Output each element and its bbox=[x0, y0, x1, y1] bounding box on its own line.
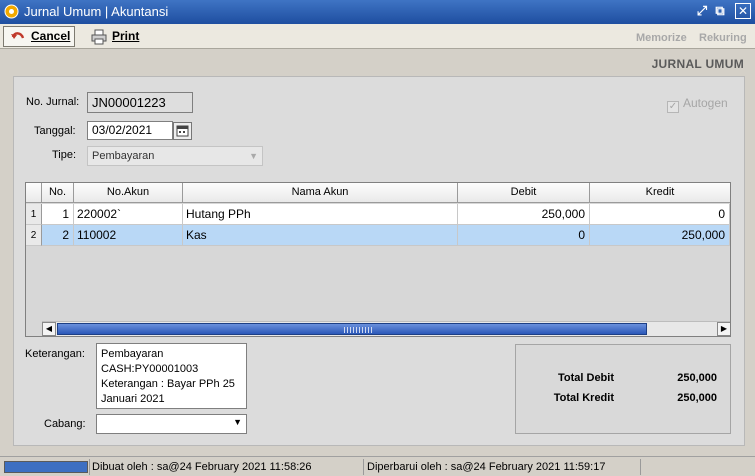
status-divider bbox=[89, 459, 90, 475]
col-header-nama-akun[interactable]: Nama Akun bbox=[183, 183, 458, 203]
cell-nama-akun[interactable]: Kas bbox=[183, 225, 458, 246]
totals-panel: Total Debit 250,000 Total Kredit 250,000 bbox=[515, 344, 731, 434]
row-number: 1 bbox=[26, 204, 42, 225]
cell-debit[interactable]: 250,000 bbox=[458, 204, 590, 225]
print-button[interactable]: Print bbox=[84, 26, 152, 47]
status-divider bbox=[363, 459, 364, 475]
calendar-icon bbox=[176, 125, 189, 137]
restore-icon[interactable]: ⤢ bbox=[694, 3, 710, 19]
app-logo-icon bbox=[4, 4, 19, 19]
undo-icon bbox=[11, 32, 25, 39]
progress-indicator bbox=[4, 461, 88, 473]
popout-icon[interactable]: ⧉ bbox=[712, 3, 728, 19]
toolbar: Cancel Print Memorize Rekuring bbox=[0, 24, 755, 49]
cancel-label: Cancel bbox=[31, 29, 71, 43]
tanggal-label: Tanggal: bbox=[34, 125, 76, 137]
calendar-button[interactable] bbox=[173, 122, 192, 140]
tanggal-field[interactable]: 03/02/2021 bbox=[87, 121, 173, 140]
col-header-debit[interactable]: Debit bbox=[458, 183, 590, 203]
horizontal-scrollbar[interactable]: ◀ ▶ bbox=[42, 321, 730, 336]
status-bar: Dibuat oleh : sa@24 February 2021 11:58:… bbox=[0, 456, 755, 476]
journal-grid: No. No.Akun Nama Akun Debit Kredit 1 1 2… bbox=[25, 182, 731, 337]
cell-nama-akun[interactable]: Hutang PPh bbox=[183, 204, 458, 225]
cell-no-akun[interactable]: 110002 bbox=[74, 225, 183, 246]
status-divider bbox=[640, 459, 641, 475]
keterangan-line: Keterangan : Bayar PPh 25 bbox=[101, 378, 235, 390]
cell-no-akun[interactable]: 220002` bbox=[74, 204, 183, 225]
cabang-value bbox=[97, 415, 101, 427]
table-row[interactable]: 2 2 110002 Kas 0 250,000 bbox=[26, 225, 730, 246]
cell-debit[interactable]: 0 bbox=[458, 225, 590, 246]
autogen-label: Autogen bbox=[683, 96, 728, 110]
keterangan-textarea[interactable]: Pembayaran CASH:PY00001003 Keterangan : … bbox=[96, 343, 247, 409]
cell-kredit[interactable]: 250,000 bbox=[590, 225, 730, 246]
tipe-label: Tipe: bbox=[52, 149, 77, 161]
col-header-no-akun[interactable]: No.Akun bbox=[74, 183, 183, 203]
grip-icon bbox=[344, 327, 374, 333]
keterangan-line: CASH:PY00001003 bbox=[101, 363, 199, 375]
scroll-right-icon[interactable]: ▶ bbox=[717, 322, 730, 336]
keterangan-label: Keterangan: bbox=[25, 348, 85, 360]
keterangan-line: Pembayaran bbox=[101, 348, 164, 360]
scrollbar-thumb[interactable] bbox=[57, 323, 647, 335]
rekuring-button[interactable]: Rekuring bbox=[699, 32, 747, 44]
cell-kredit[interactable]: 0 bbox=[590, 204, 730, 225]
table-row[interactable]: 1 1 220002` Hutang PPh 250,000 0 bbox=[26, 204, 730, 225]
col-header-no[interactable]: No. bbox=[42, 183, 74, 203]
close-icon[interactable]: ✕ bbox=[735, 3, 751, 19]
chevron-down-icon: ▼ bbox=[249, 151, 258, 161]
chevron-down-icon: ▼ bbox=[233, 417, 242, 427]
no-jurnal-field[interactable]: JN00001223 bbox=[87, 92, 193, 113]
created-status: Dibuat oleh : sa@24 February 2021 11:58:… bbox=[92, 461, 312, 473]
col-header-kredit[interactable]: Kredit bbox=[590, 183, 730, 203]
tipe-select[interactable]: Pembayaran ▼ bbox=[87, 146, 263, 166]
total-kredit-value: 250,000 bbox=[677, 392, 717, 404]
checkbox-icon: ✓ bbox=[667, 101, 679, 113]
window-title: Jurnal Umum | Akuntansi bbox=[24, 4, 169, 19]
cancel-button[interactable]: Cancel bbox=[3, 26, 75, 47]
print-label: Print bbox=[112, 29, 140, 43]
cell-no[interactable]: 1 bbox=[42, 204, 74, 225]
row-number: 2 bbox=[26, 225, 42, 246]
memorize-button[interactable]: Memorize bbox=[636, 32, 687, 44]
cabang-label: Cabang: bbox=[44, 418, 86, 430]
updated-status: Diperbarui oleh : sa@24 February 2021 11… bbox=[367, 461, 606, 473]
page-title: JURNAL UMUM bbox=[651, 57, 744, 71]
total-debit-value: 250,000 bbox=[677, 372, 717, 384]
tipe-value: Pembayaran bbox=[92, 150, 155, 162]
total-kredit-label: Total Kredit bbox=[553, 392, 614, 404]
cabang-select[interactable]: ▼ bbox=[96, 414, 247, 434]
printer-icon bbox=[91, 29, 107, 45]
no-jurnal-label: No. Jurnal: bbox=[26, 96, 80, 108]
autogen-checkbox[interactable]: ✓ Autogen bbox=[667, 96, 728, 113]
keterangan-line: Januari 2021 bbox=[101, 393, 165, 405]
total-debit-label: Total Debit bbox=[557, 372, 614, 384]
scroll-left-icon[interactable]: ◀ bbox=[42, 322, 56, 336]
grid-corner bbox=[26, 183, 42, 203]
cell-no[interactable]: 2 bbox=[42, 225, 74, 246]
title-bar: Jurnal Umum | Akuntansi ⤢ ⧉ ✕ bbox=[0, 0, 755, 24]
